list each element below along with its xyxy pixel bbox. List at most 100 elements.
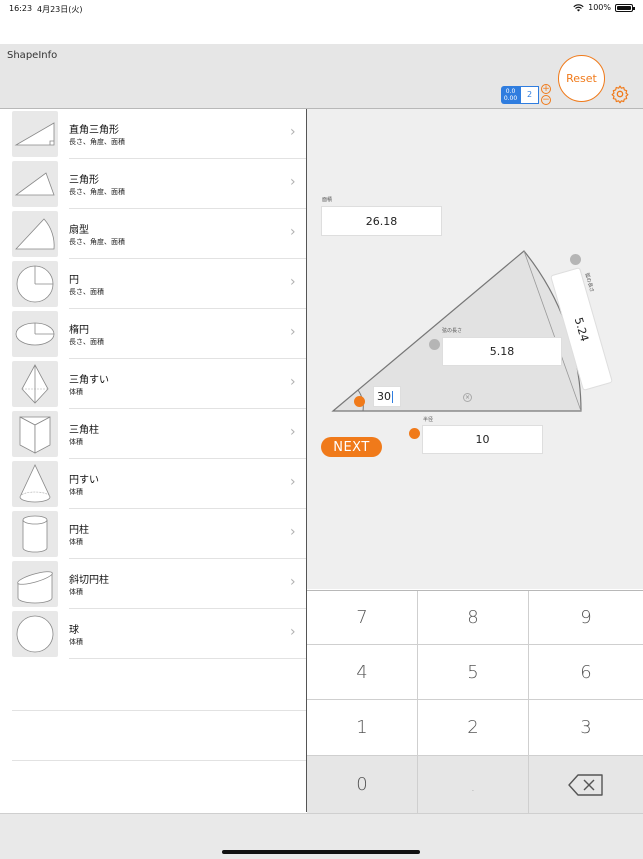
chevron-right-icon: › bbox=[290, 474, 296, 490]
divider bbox=[12, 760, 306, 761]
arc-length-value: 5.24 bbox=[571, 315, 592, 343]
next-button[interactable]: NEXT bbox=[321, 437, 382, 457]
list-item-title: 球 bbox=[69, 625, 79, 636]
list-item[interactable]: 三角柱 体積 › bbox=[0, 409, 306, 459]
list-item[interactable]: 球 体積 › bbox=[0, 609, 306, 659]
decimal-format-bottom: 0.00 bbox=[503, 94, 518, 102]
key-decimal[interactable]: . bbox=[418, 756, 529, 813]
chord-label: 弦の長さ bbox=[442, 328, 463, 334]
list-item[interactable]: 斜切円柱 体積 › bbox=[0, 559, 306, 609]
list-item[interactable]: 円 長さ、面積 › bbox=[0, 259, 306, 309]
decimal-stepper[interactable]: 0.0 0.00 2 + − bbox=[501, 84, 551, 105]
list-item[interactable]: 円すい 体積 › bbox=[0, 459, 306, 509]
decrement-button[interactable]: − bbox=[541, 95, 551, 105]
cylinder-icon bbox=[12, 511, 58, 557]
area-field[interactable]: 26.18 bbox=[321, 206, 442, 236]
arc-length-handle[interactable] bbox=[570, 254, 581, 265]
list-item-title: 直角三角形 bbox=[69, 125, 119, 136]
cone-icon bbox=[12, 461, 58, 507]
increment-button[interactable]: + bbox=[541, 84, 551, 94]
radius-label: 半径 bbox=[423, 417, 434, 423]
chevron-right-icon: › bbox=[290, 224, 296, 240]
right-triangle-icon bbox=[12, 111, 58, 157]
triangle-icon bbox=[12, 161, 58, 207]
gear-icon[interactable] bbox=[610, 84, 630, 104]
chord-field[interactable]: 5.18 bbox=[442, 337, 562, 366]
list-item-subtitle: 長さ、角度、面積 bbox=[69, 188, 125, 196]
key-2[interactable]: 2 bbox=[418, 700, 529, 756]
oblique-cylinder-icon bbox=[12, 561, 58, 607]
key-4[interactable]: 4 bbox=[307, 645, 418, 700]
list-item[interactable]: 扇型 長さ、角度、面積 › bbox=[0, 209, 306, 259]
list-item-title: 斜切円柱 bbox=[69, 575, 109, 586]
backspace-icon bbox=[568, 773, 603, 796]
status-date: 4月23日(火) bbox=[37, 5, 83, 14]
text-cursor bbox=[392, 390, 393, 403]
chevron-right-icon: › bbox=[290, 174, 296, 190]
list-item-title: 円すい bbox=[69, 475, 99, 486]
chevron-right-icon: › bbox=[290, 524, 296, 540]
list-item-title: 円 bbox=[69, 275, 79, 286]
status-bar: 16:23 4月23日(火) 100% bbox=[0, 0, 643, 20]
decimal-format-badge: 0.0 0.00 bbox=[501, 85, 520, 104]
key-5[interactable]: 5 bbox=[418, 645, 529, 700]
key-8[interactable]: 8 bbox=[418, 591, 529, 645]
radius-field[interactable]: 10 bbox=[422, 425, 543, 454]
decimal-places-value: 2 bbox=[520, 85, 539, 104]
radius-handle[interactable] bbox=[409, 428, 420, 439]
list-item[interactable]: 円柱 体積 › bbox=[0, 509, 306, 559]
app-header: ShapeInfo 0.0 0.00 2 + − Reset bbox=[0, 44, 643, 109]
status-time: 16:23 bbox=[9, 4, 33, 13]
list-item-subtitle: 体積 bbox=[69, 588, 83, 596]
list-item-title: 扇型 bbox=[69, 225, 89, 236]
center-mark-icon: × bbox=[463, 393, 472, 402]
area-label: 面積 bbox=[322, 197, 333, 203]
list-item-subtitle: 長さ、面積 bbox=[69, 338, 104, 346]
list-item-subtitle: 体積 bbox=[69, 388, 83, 396]
chevron-right-icon: › bbox=[290, 424, 296, 440]
key-7[interactable]: 7 bbox=[307, 591, 418, 645]
list-item[interactable]: 三角すい 体積 › bbox=[0, 359, 306, 409]
chevron-right-icon: › bbox=[290, 274, 296, 290]
sector-icon bbox=[12, 211, 58, 257]
angle-input[interactable]: 30 bbox=[373, 386, 401, 407]
key-3[interactable]: 3 bbox=[529, 700, 643, 756]
key-6[interactable]: 6 bbox=[529, 645, 643, 700]
home-indicator bbox=[222, 850, 420, 854]
shape-canvas: 面積 26.18 5.24 弧の長さ 弦の長さ 5.18 30 × 半径 10 … bbox=[307, 109, 643, 589]
list-item-subtitle: 体積 bbox=[69, 538, 83, 546]
reset-button[interactable]: Reset bbox=[558, 55, 605, 102]
triangular-prism-icon bbox=[12, 411, 58, 457]
backspace-key[interactable] bbox=[529, 756, 643, 813]
list-item-title: 楕円 bbox=[69, 325, 89, 336]
key-1[interactable]: 1 bbox=[307, 700, 418, 756]
list-item-subtitle: 長さ、角度、面積 bbox=[69, 138, 125, 146]
chevron-right-icon: › bbox=[290, 374, 296, 390]
list-item-subtitle: 体積 bbox=[69, 488, 83, 496]
chevron-right-icon: › bbox=[290, 624, 296, 640]
chevron-right-icon: › bbox=[290, 124, 296, 140]
list-item[interactable]: 三角形 長さ、角度、面積 › bbox=[0, 159, 306, 209]
angle-handle[interactable] bbox=[354, 396, 365, 407]
list-item[interactable]: 直角三角形 長さ、角度、面積 › bbox=[0, 109, 306, 159]
chevron-right-icon: › bbox=[290, 574, 296, 590]
ellipse-icon bbox=[12, 311, 58, 357]
list-item-title: 三角柱 bbox=[69, 425, 99, 436]
divider bbox=[69, 658, 306, 659]
decimal-format-top: 0.0 bbox=[505, 87, 516, 95]
chord-handle[interactable] bbox=[429, 339, 440, 350]
chevron-right-icon: › bbox=[290, 324, 296, 340]
list-item-title: 三角形 bbox=[69, 175, 99, 186]
status-right: 100% bbox=[573, 3, 635, 12]
wifi-icon bbox=[573, 3, 584, 11]
list-item[interactable]: 楕円 長さ、面積 › bbox=[0, 309, 306, 359]
numeric-keypad: 7 8 9 4 5 6 1 2 3 0 . bbox=[307, 590, 643, 813]
app-title: ShapeInfo bbox=[7, 50, 58, 61]
divider bbox=[12, 710, 306, 711]
triangular-pyramid-icon bbox=[12, 361, 58, 407]
key-0[interactable]: 0 bbox=[307, 756, 418, 813]
circle-icon bbox=[12, 261, 58, 307]
list-item-title: 三角すい bbox=[69, 375, 109, 386]
stepper-buttons: + − bbox=[541, 84, 551, 105]
key-9[interactable]: 9 bbox=[529, 591, 643, 645]
